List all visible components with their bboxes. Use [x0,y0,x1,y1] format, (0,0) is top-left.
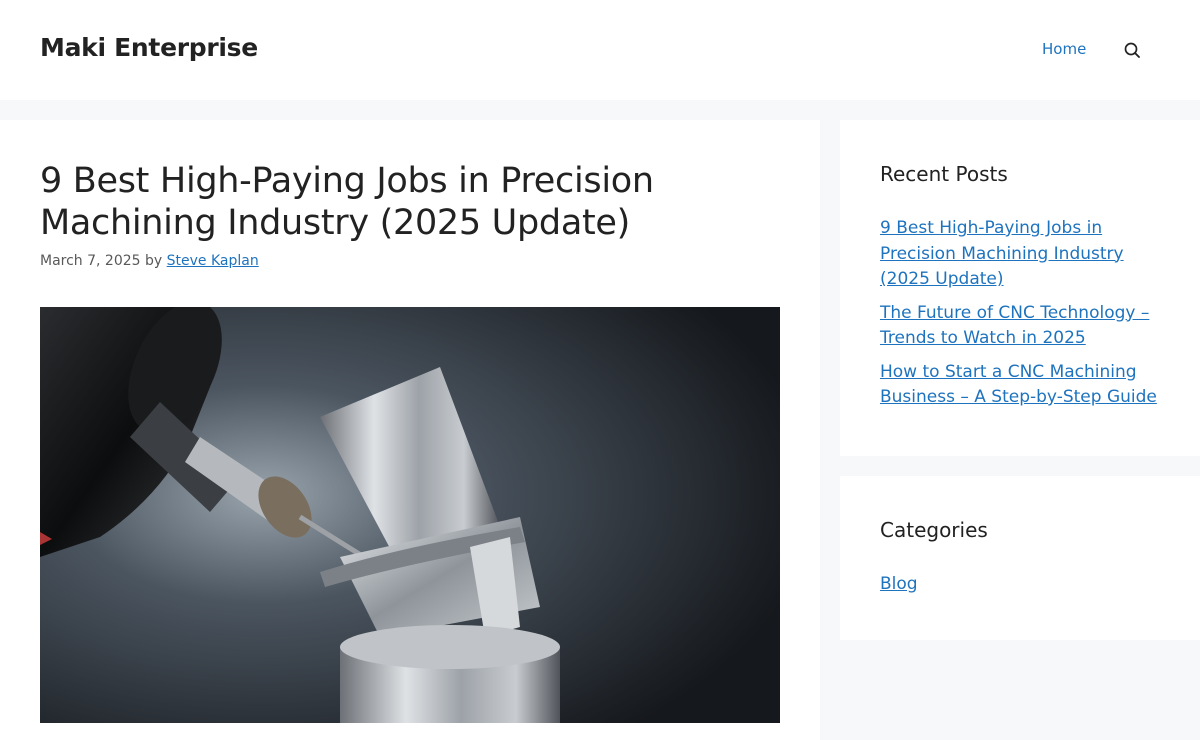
nav-home-link[interactable]: Home [1042,40,1086,58]
site-title[interactable]: Maki Enterprise [40,33,258,62]
recent-posts-title: Recent Posts [880,162,1008,186]
recent-post-link[interactable]: The Future of CNC Technology – Trends to… [880,303,1149,349]
main-content: 9 Best High-Paying Jobs in Precision Mac… [0,120,820,740]
recent-posts-list: 9 Best High-Paying Jobs in Precision Mac… [880,216,1160,411]
post-title: 9 Best High-Paying Jobs in Precision Mac… [40,161,654,243]
categories-widget: Categories Blog [840,476,1200,640]
categories-list: Blog [880,572,1160,598]
recent-post-link[interactable]: 9 Best High-Paying Jobs in Precision Mac… [880,218,1124,289]
search-icon[interactable] [1123,40,1143,60]
list-item: 9 Best High-Paying Jobs in Precision Mac… [880,216,1160,293]
site-header: Maki Enterprise Home [0,0,1200,100]
post-author-link[interactable]: Steve Kaplan [167,253,259,269]
categories-title: Categories [880,518,988,542]
recent-post-link[interactable]: How to Start a CNC Machining Business – … [880,362,1157,408]
list-item: Blog [880,572,1160,598]
list-item: How to Start a CNC Machining Business – … [880,360,1160,411]
post-date: March 7, 2025 [40,253,141,269]
featured-image [40,307,780,723]
recent-posts-widget: Recent Posts 9 Best High-Paying Jobs in … [840,120,1200,456]
post-meta: March 7, 2025 by Steve Kaplan [40,253,259,269]
category-link[interactable]: Blog [880,574,918,594]
list-item: The Future of CNC Technology – Trends to… [880,301,1160,352]
post-by-label: by [145,253,163,269]
